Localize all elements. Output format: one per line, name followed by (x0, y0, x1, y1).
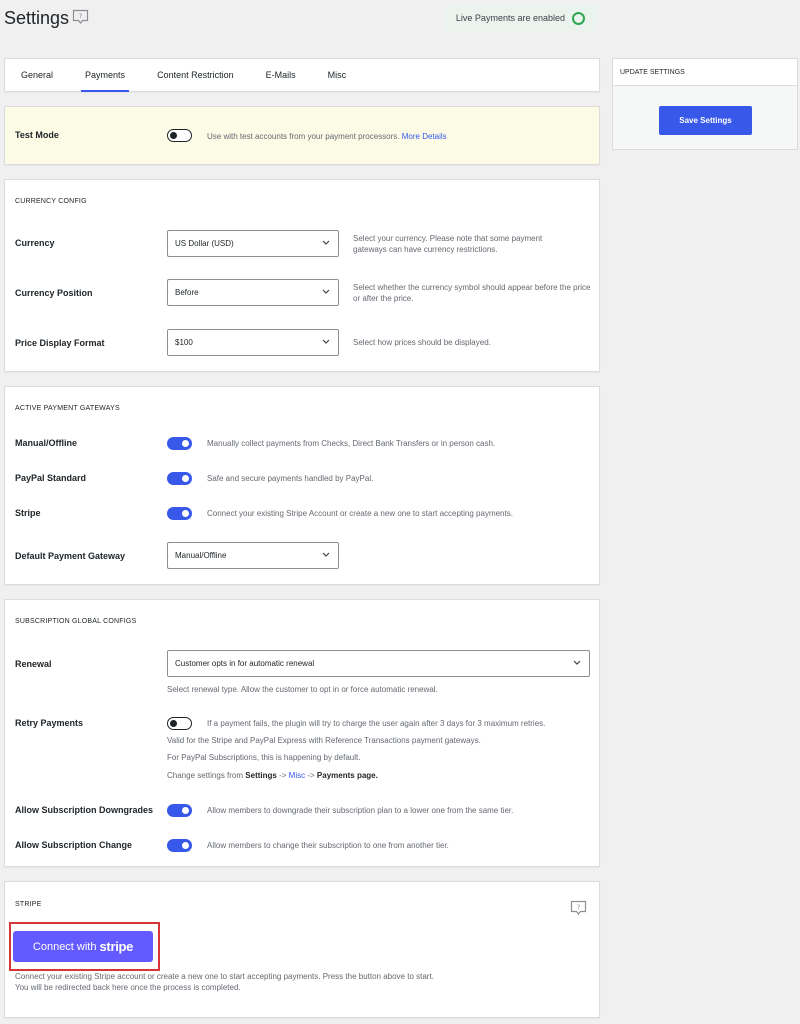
currency-select[interactable]: US Dollar (USD) (167, 230, 339, 257)
subscription-change-label: Allow Subscription Change (15, 840, 133, 850)
help-icon[interactable]: ? (570, 900, 587, 916)
svg-text:?: ? (79, 13, 83, 21)
downgrades-label: Allow Subscription Downgrades (15, 805, 154, 815)
gateway-paypal-toggle[interactable] (167, 472, 192, 485)
stripe-card: STRIPE ? Connect with stripe Connect you… (4, 881, 600, 1018)
retry-note-3: Change settings from Settings -> Misc ->… (167, 771, 378, 780)
default-gateway-select[interactable]: Manual/Offline (167, 542, 339, 569)
more-details-link[interactable]: More Details (402, 132, 447, 141)
renewal-description: Select renewal type. Allow the customer … (167, 685, 438, 694)
subscription-change-description: Allow members to change their subscripti… (207, 841, 449, 850)
tab-payments[interactable]: Payments (81, 58, 130, 92)
currency-config-card: CURRENCY CONFIG Currency US Dollar (USD)… (4, 179, 600, 372)
downgrades-toggle[interactable] (167, 804, 192, 817)
chevron-down-icon (322, 339, 330, 344)
currency-label: Currency (15, 238, 55, 248)
renewal-label: Renewal (15, 659, 52, 669)
gateway-manual-label: Manual/Offline (15, 438, 78, 448)
test-mode-description: Use with test accounts from your payment… (207, 132, 447, 141)
currency-position-description: Select whether the currency symbol shoul… (353, 283, 591, 303)
tab-general[interactable]: General (17, 58, 57, 92)
gateway-paypal-description: Safe and secure payments handled by PayP… (207, 474, 374, 483)
retry-note-2: For PayPal Subscriptions, this is happen… (167, 753, 361, 762)
stripe-description-1: Connect your existing Stripe account or … (15, 972, 434, 981)
gateway-paypal-label: PayPal Standard (15, 473, 87, 483)
retry-payments-description: If a payment fails, the plugin will try … (207, 719, 546, 728)
chevron-down-icon (322, 289, 330, 294)
page-title: Settings (4, 8, 70, 28)
connect-stripe-button[interactable]: Connect with stripe (13, 931, 153, 962)
settings-tabs: General Payments Content Restriction E-M… (4, 58, 600, 92)
stripe-description-2: You will be redirected back here once th… (15, 983, 241, 992)
stripe-logo: stripe (99, 939, 134, 954)
gateway-stripe-toggle[interactable] (167, 507, 192, 520)
chevron-down-icon (322, 552, 330, 557)
gateway-stripe-description: Connect your existing Stripe Account or … (207, 509, 513, 518)
status-circle-icon (572, 11, 585, 25)
subscription-change-toggle[interactable] (167, 839, 192, 852)
retry-payments-toggle[interactable] (167, 717, 192, 730)
payment-gateways-card: ACTIVE PAYMENT GATEWAYS Manual/Offline M… (4, 386, 600, 585)
tab-misc[interactable]: Misc (324, 58, 351, 92)
help-icon[interactable]: ? (72, 9, 89, 25)
live-payments-text: Live Payments are enabled (455, 13, 565, 23)
default-gateway-label: Default Payment Gateway (15, 551, 126, 561)
section-title: ACTIVE PAYMENT GATEWAYS (15, 405, 120, 412)
chevron-down-icon (573, 660, 581, 665)
misc-link[interactable]: Misc (289, 771, 305, 780)
update-settings-panel: UPDATE SETTINGS Save Settings (612, 58, 798, 150)
retry-payments-label: Retry Payments (15, 718, 84, 728)
section-title: CURRENCY CONFIG (15, 198, 87, 205)
save-settings-button[interactable]: Save Settings (659, 106, 752, 135)
test-mode-card: Test Mode Use with test accounts from yo… (4, 106, 600, 165)
currency-position-select[interactable]: Before (167, 279, 339, 306)
chevron-down-icon (322, 240, 330, 245)
renewal-select[interactable]: Customer opts in for automatic renewal (167, 650, 590, 677)
gateway-manual-description: Manually collect payments from Checks, D… (207, 439, 496, 448)
downgrades-description: Allow members to downgrade their subscri… (207, 806, 514, 815)
panel-title: UPDATE SETTINGS (613, 59, 797, 86)
tab-content-restriction[interactable]: Content Restriction (153, 58, 238, 92)
currency-description: Select your currency. Please note that s… (353, 234, 543, 254)
section-title: STRIPE (15, 901, 42, 908)
svg-text:?: ? (577, 904, 581, 912)
subscription-configs-card: SUBSCRIPTION GLOBAL CONFIGS Renewal Cust… (4, 599, 600, 867)
retry-note-1: Valid for the Stripe and PayPal Express … (167, 736, 481, 745)
currency-position-label: Currency Position (15, 288, 93, 298)
section-title: SUBSCRIPTION GLOBAL CONFIGS (15, 618, 137, 625)
price-format-label: Price Display Format (15, 338, 105, 348)
tab-emails[interactable]: E-Mails (262, 58, 300, 92)
gateway-stripe-label: Stripe (15, 508, 41, 518)
test-mode-toggle[interactable] (167, 129, 192, 142)
price-format-select[interactable]: $100 (167, 329, 339, 356)
test-mode-label: Test Mode (15, 130, 59, 140)
live-payments-badge: Live Payments are enabled (445, 5, 597, 31)
gateway-manual-toggle[interactable] (167, 437, 192, 450)
price-format-description: Select how prices should be displayed. (353, 338, 491, 347)
